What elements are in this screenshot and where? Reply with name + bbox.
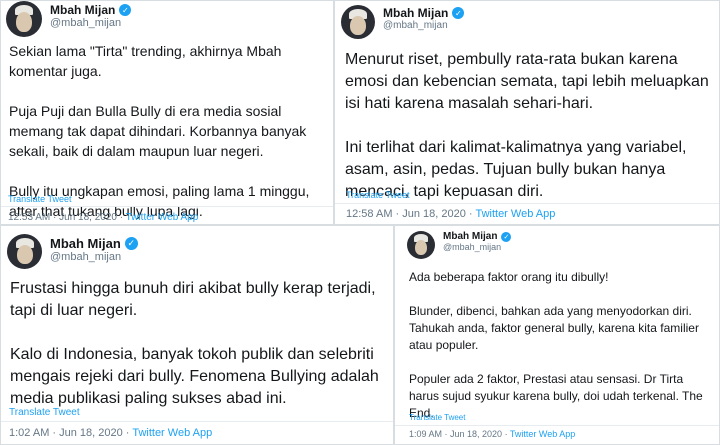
translate-tweet-link[interactable]: Translate Tweet <box>346 190 410 200</box>
tweet-text: Menurut riset, pembully rata-rata bukan … <box>345 51 709 200</box>
avatar[interactable] <box>6 1 42 37</box>
tweet-meta: 12:53 AM · Jun 18, 2020 · Twitter Web Ap… <box>8 212 198 223</box>
verified-badge-icon: ✓ <box>452 7 465 19</box>
translate-tweet-link[interactable]: Translate Tweet <box>9 407 80 418</box>
tweet-meta: 12:58 AM · Jun 18, 2020 · Twitter Web Ap… <box>346 208 555 220</box>
avatar[interactable] <box>407 231 435 259</box>
verified-badge-icon: ✓ <box>501 231 512 242</box>
tweet-card-4[interactable]: Mbah Mijan ✓ @mbah_mijan Ada beberapa fa… <box>394 225 720 445</box>
tweet-card-2[interactable]: Mbah Mijan ✓ @mbah_mijan Menurut riset, … <box>334 0 720 225</box>
translate-tweet-link[interactable]: Translate Tweet <box>409 413 465 422</box>
verified-badge-icon: ✓ <box>119 4 132 16</box>
display-name[interactable]: Mbah Mijan <box>50 3 115 17</box>
handle[interactable]: @mbah_mijan <box>383 20 464 31</box>
source-link[interactable]: Twitter Web App <box>475 208 555 220</box>
handle[interactable]: @mbah_mijan <box>443 242 511 252</box>
tweet-card-1[interactable]: Mbah Mijan ✓ @mbah_mijan Sekian lama "Ti… <box>0 0 334 225</box>
tweet-text: Frustasi hingga bunuh diri akibat bully … <box>10 280 379 407</box>
avatar[interactable] <box>7 234 42 269</box>
tweet-text: Ada beberapa faktor orang itu dibully! B… <box>409 270 703 420</box>
handle[interactable]: @mbah_mijan <box>50 17 131 29</box>
tweet-card-3[interactable]: Mbah Mijan ✓ @mbah_mijan Frustasi hingga… <box>0 225 394 445</box>
display-name[interactable]: Mbah Mijan <box>50 236 121 251</box>
avatar[interactable] <box>341 5 375 39</box>
source-link[interactable]: Twitter Web App <box>126 212 199 223</box>
translate-tweet-link[interactable]: Translate Tweet <box>8 194 72 204</box>
source-link[interactable]: Twitter Web App <box>132 427 212 439</box>
display-name[interactable]: Mbah Mijan <box>383 6 448 20</box>
timestamp[interactable]: 12:53 AM · Jun 18, 2020 · <box>8 212 126 223</box>
handle[interactable]: @mbah_mijan <box>50 251 138 263</box>
timestamp[interactable]: 1:09 AM · Jun 18, 2020 · <box>409 429 510 439</box>
timestamp[interactable]: 1:02 AM · Jun 18, 2020 · <box>9 427 132 439</box>
source-link[interactable]: Twitter Web App <box>510 429 575 439</box>
display-name[interactable]: Mbah Mijan <box>443 231 497 242</box>
tweet-meta: 1:02 AM · Jun 18, 2020 · Twitter Web App <box>9 427 212 439</box>
verified-badge-icon: ✓ <box>124 237 138 250</box>
timestamp[interactable]: 12:58 AM · Jun 18, 2020 · <box>346 208 475 220</box>
tweet-meta: 1:09 AM · Jun 18, 2020 · Twitter Web App <box>409 429 575 439</box>
